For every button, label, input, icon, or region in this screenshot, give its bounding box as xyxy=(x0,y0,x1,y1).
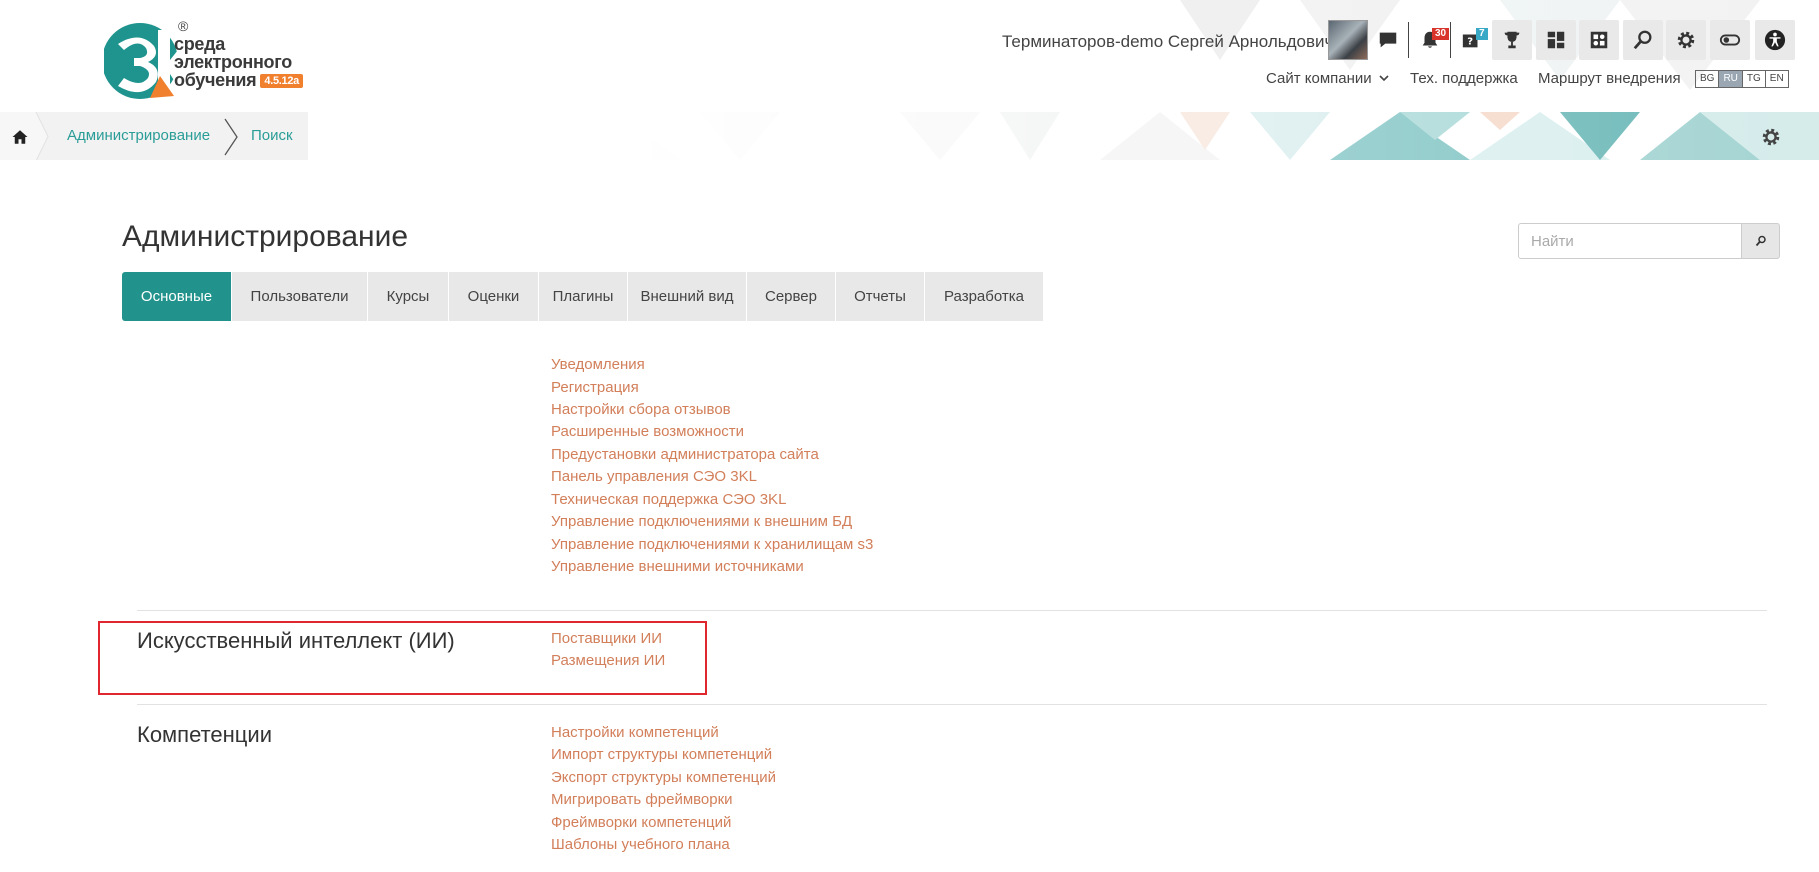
admin-link[interactable]: Управление подключениями к хранилищам s3 xyxy=(551,536,873,553)
admin-link[interactable]: Панель управления СЭО 3KL xyxy=(551,468,757,485)
dashboard-icon xyxy=(1547,31,1565,49)
accessibility-button[interactable] xyxy=(1755,20,1795,60)
logo-line-3: обучения xyxy=(174,70,257,90)
admin-link[interactable]: Расширенные возможности xyxy=(551,423,744,440)
tab-courses[interactable]: Курсы xyxy=(368,272,448,321)
admin-link[interactable]: Управление внешними источниками xyxy=(551,558,804,575)
home-icon xyxy=(12,129,28,144)
company-site-link[interactable]: Сайт компании xyxy=(1266,70,1389,87)
questions-button[interactable]: ? 7 xyxy=(1452,20,1492,60)
admin-link[interactable]: Мигрировать фреймворки xyxy=(551,791,733,808)
search-button[interactable] xyxy=(1623,20,1663,60)
breadcrumb-item-admin[interactable]: Администрирование xyxy=(67,127,210,144)
logo-line-3-wrap: обучения 4.5.12a xyxy=(174,71,303,89)
admin-link[interactable]: Регистрация xyxy=(551,379,639,396)
search-icon xyxy=(1633,30,1652,50)
page-title: Администрирование xyxy=(122,220,409,253)
header-divider xyxy=(1408,22,1409,58)
version-badge: 4.5.12a xyxy=(260,74,303,88)
dashboard-button[interactable] xyxy=(1536,20,1576,60)
notifications-button[interactable]: 30 xyxy=(1410,20,1450,60)
user-name[interactable]: Терминаторов-demo Сергей Арнольдович xyxy=(1002,32,1333,52)
admin-search xyxy=(1518,223,1780,259)
logo-line-2: электронного xyxy=(174,52,292,72)
tab-users[interactable]: Пользователи xyxy=(232,272,367,321)
admin-link[interactable]: Настройки сбора отзывов xyxy=(551,401,731,418)
messages-button[interactable] xyxy=(1368,20,1408,60)
tab-reports[interactable]: Отчеты xyxy=(836,272,924,321)
admin-link[interactable]: Настройки компетенций xyxy=(551,724,719,741)
avatar[interactable] xyxy=(1328,20,1368,60)
breadcrumb-separator-icon xyxy=(224,118,238,156)
search-input[interactable] xyxy=(1518,223,1742,259)
implementation-route-link[interactable]: Маршрут внедрения xyxy=(1538,70,1681,87)
admin-link[interactable]: Предустановки администратора сайта xyxy=(551,446,819,463)
lang-ru[interactable]: RU xyxy=(1719,71,1743,87)
admin-tabs: Основные Пользователи Курсы Оценки Плаги… xyxy=(122,272,1044,321)
highlight-box xyxy=(98,621,707,695)
trophy-icon xyxy=(1504,31,1520,49)
search-submit-button[interactable] xyxy=(1741,223,1780,259)
admin-link[interactable]: Управление подключениями к внешним БД xyxy=(551,513,852,530)
admin-link[interactable]: Уведомления xyxy=(551,356,645,373)
lang-en[interactable]: EN xyxy=(1766,71,1788,87)
registered-mark: ® xyxy=(178,18,189,34)
grid-icon xyxy=(1590,31,1608,49)
notifications-badge: 30 xyxy=(1432,28,1450,40)
header-divider xyxy=(1450,22,1451,58)
gear-icon xyxy=(1677,31,1695,49)
svg-text:?: ? xyxy=(1467,37,1473,48)
accessibility-icon xyxy=(1764,29,1786,51)
tab-general[interactable]: Основные xyxy=(122,272,231,321)
section-divider xyxy=(137,610,1767,611)
language-switcher: BG RU TG EN xyxy=(1695,70,1789,88)
tab-grades[interactable]: Оценки xyxy=(449,272,538,321)
tab-appearance[interactable]: Внешний вид xyxy=(628,272,746,321)
achievements-button[interactable] xyxy=(1492,20,1532,60)
toggle-icon xyxy=(1719,34,1741,46)
header: ® среда электронного обучения 4.5.12a Тер… xyxy=(0,0,1819,160)
search-icon xyxy=(1755,235,1766,247)
section-title-competencies: Компетенции xyxy=(137,722,272,747)
theme-toggle-button[interactable] xyxy=(1710,20,1750,60)
questions-badge: 7 xyxy=(1476,28,1488,40)
admin-link[interactable]: Техническая поддержка СЭО 3KL xyxy=(551,491,786,508)
page-settings-gear-icon[interactable] xyxy=(1760,126,1782,148)
tab-plugins[interactable]: Плагины xyxy=(539,272,627,321)
tab-development[interactable]: Разработка xyxy=(925,272,1043,321)
logo-line-1: среда xyxy=(174,34,225,54)
company-site-label: Сайт компании xyxy=(1266,70,1372,87)
chevron-down-icon xyxy=(1379,75,1389,82)
admin-link[interactable]: Импорт структуры компетенций xyxy=(551,746,772,763)
breadcrumb-home[interactable] xyxy=(0,112,40,160)
admin-link[interactable]: Фреймворки компетенций xyxy=(551,814,731,831)
courses-grid-button[interactable] xyxy=(1579,20,1619,60)
tech-support-link[interactable]: Тех. поддержка xyxy=(1410,70,1518,87)
breadcrumb-item-search[interactable]: Поиск xyxy=(251,127,293,144)
lang-bg[interactable]: BG xyxy=(1696,71,1720,87)
admin-link[interactable]: Экспорт структуры компетенций xyxy=(551,769,776,786)
logo-text: среда электронного обучения 4.5.12a xyxy=(174,35,303,89)
tab-server[interactable]: Сервер xyxy=(747,272,835,321)
settings-button[interactable] xyxy=(1666,20,1706,60)
admin-link[interactable]: Шаблоны учебного плана xyxy=(551,836,730,853)
chat-icon xyxy=(1379,32,1397,48)
section-divider xyxy=(137,704,1767,705)
lang-tg[interactable]: TG xyxy=(1743,71,1766,87)
